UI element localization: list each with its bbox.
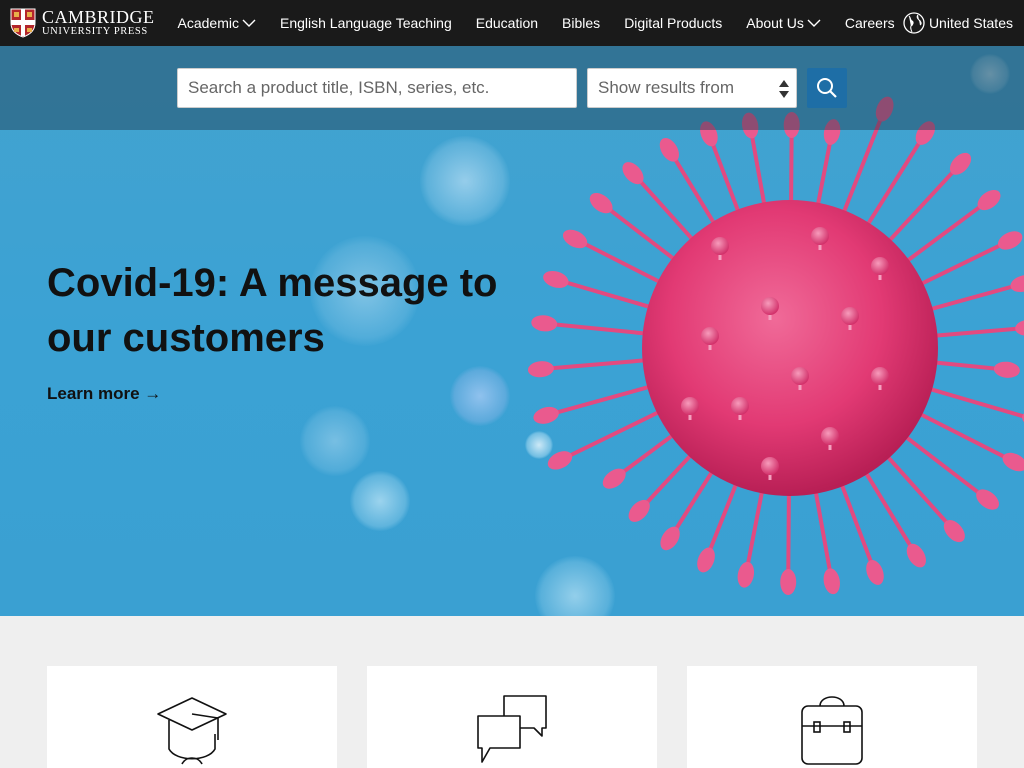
virus-spike-stem (813, 487, 834, 582)
virus-spike-stem (540, 358, 649, 372)
virus-spike-stem (707, 133, 742, 216)
nav-english-language-teaching[interactable]: English Language Teaching (280, 15, 452, 31)
coronavirus-illustration (527, 96, 1024, 595)
nav-elt-label: English Language Teaching (279, 15, 452, 31)
background-virus-decoration (300, 406, 370, 476)
search-input[interactable] (177, 68, 577, 108)
virus-spike-stem (786, 489, 791, 583)
virus-spike-head (543, 270, 569, 288)
virus-spike-head (997, 231, 1023, 250)
virus-knob (871, 367, 889, 385)
virus-spike-head (780, 568, 797, 595)
nav-bibles[interactable]: Bibles (562, 15, 600, 31)
virus-spike-head (697, 547, 715, 573)
virus-spike-stem (545, 383, 654, 418)
virus-spike-stem (743, 486, 765, 576)
virus-spike-stem (574, 237, 665, 286)
chevron-down-icon (242, 19, 256, 27)
chevron-down-icon (807, 19, 821, 27)
background-virus-decoration (420, 136, 510, 226)
virus-spike-stem (931, 326, 1024, 338)
virus-knob (711, 237, 729, 255)
select-arrows-icon (779, 80, 789, 98)
brand-line-2: UNIVERSITY PRESS (42, 26, 148, 38)
virus-spike-head (659, 137, 679, 162)
virus-spike-head (993, 361, 1020, 378)
results-source-placeholder: Show results from (598, 78, 735, 97)
virus-knob (731, 397, 749, 415)
top-navigation: CAMBRIDGE UNIVERSITY PRESS Academic Engl… (0, 0, 1024, 46)
results-source-select[interactable]: Show results from (587, 68, 797, 108)
virus-spike-stem (925, 385, 1024, 419)
virus-spike-head (737, 561, 755, 588)
virus-spike-head (527, 361, 554, 378)
cambridge-crest-icon (10, 8, 36, 38)
globe-icon (903, 12, 925, 34)
card-english-language-teaching[interactable] (367, 666, 657, 768)
region-selector[interactable]: United States (903, 12, 1013, 34)
nav-about-us[interactable]: About Us (746, 15, 821, 31)
search-button[interactable] (807, 68, 847, 108)
nav-digital-products-label: Digital Products (624, 15, 723, 31)
virus-spike-head (531, 315, 558, 332)
virus-spike-head (866, 559, 884, 585)
virus-spike-head (1022, 411, 1024, 429)
virus-spike-stem (838, 480, 877, 574)
card-academic[interactable] (47, 666, 337, 768)
card-education[interactable] (687, 666, 977, 768)
virus-spike-head (660, 526, 680, 551)
virus-spike-stem (631, 171, 697, 244)
virus-knob (821, 427, 839, 445)
region-label: United States (928, 15, 1013, 31)
virus-knob (791, 367, 809, 385)
virus-spike-head (533, 406, 559, 424)
nav-careers-label: Careers (844, 15, 895, 31)
virus-spike-stem (667, 148, 718, 228)
brand-line-1: CAMBRIDGE (42, 7, 155, 28)
nav-careers[interactable]: Careers (845, 15, 895, 31)
hero-title: Covid-19: A message to our customers (47, 261, 498, 360)
nav-education[interactable]: Education (476, 15, 538, 31)
virus-spike-head (823, 568, 840, 595)
nav-about-us-label: About Us (746, 15, 804, 31)
speech-bubbles-icon (477, 695, 547, 763)
main-menu: Academic English Language Teaching Educa… (178, 0, 919, 46)
cambridge-logo[interactable]: CAMBRIDGE UNIVERSITY PRESS (10, 0, 155, 46)
search-icon (817, 78, 837, 98)
virus-spike-head (1002, 452, 1024, 472)
virus-spike-head (1010, 275, 1024, 292)
nav-education-label: Education (475, 15, 539, 31)
background-virus-decoration (450, 366, 510, 426)
virus-spike-stem (544, 321, 649, 336)
virus-spike-stem (555, 277, 655, 311)
nav-digital-products[interactable]: Digital Products (624, 15, 722, 31)
school-bag-icon (801, 696, 863, 765)
virus-knob (761, 297, 779, 315)
nav-academic-label: Academic (177, 15, 239, 31)
virus-knob (841, 307, 859, 325)
virus-spike-head (547, 451, 573, 470)
virus-knob (681, 397, 699, 415)
virus-knob (811, 227, 829, 245)
virus-knob (761, 457, 779, 475)
virus-spike-head (906, 543, 926, 568)
nav-bibles-label: Bibles (562, 15, 601, 31)
graduation-cap-icon (157, 697, 227, 765)
nav-academic[interactable]: Academic (178, 15, 256, 31)
virus-spike-head (562, 229, 588, 249)
virus-spike-stem (926, 281, 1024, 313)
virus-spike-stem (916, 238, 1012, 288)
background-virus-decoration (350, 471, 410, 531)
learn-more-link[interactable]: Learn more → (47, 384, 161, 404)
virus-knob (871, 257, 889, 275)
virus-knob (701, 327, 719, 345)
virus-spike-head (1015, 319, 1024, 336)
hero-banner: Show results from Covid-19: A message to… (0, 46, 1024, 616)
